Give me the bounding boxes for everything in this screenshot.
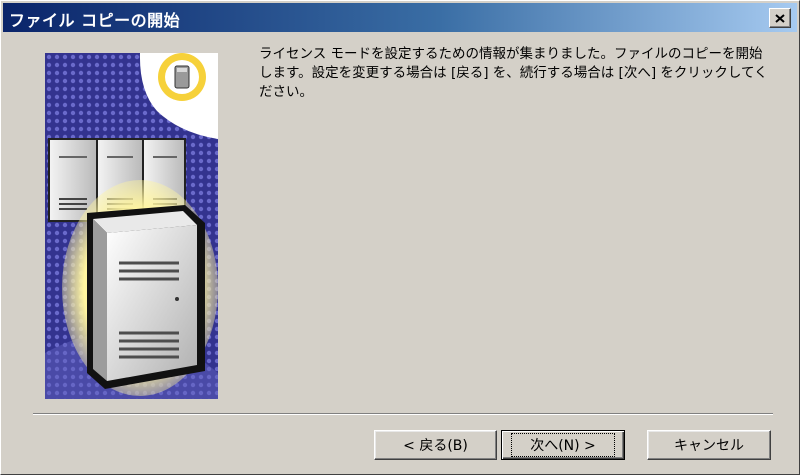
wizard-message: ライセンス モードを設定するための情報が集まりました。ファイルのコピーを開始しま… [259, 46, 768, 100]
title-bar: ファイル コピーの開始 [3, 3, 797, 32]
close-icon [775, 13, 785, 23]
next-button-label: 次へ(N) > [511, 433, 615, 457]
small-server-icon [174, 65, 190, 89]
cancel-button[interactable]: キャンセル [647, 430, 771, 460]
wizard-window: ファイル コピーの開始 ライセンス モードを設定するための情報が集まりました。フ… [0, 0, 800, 475]
window-title: ファイル コピーの開始 [9, 11, 181, 30]
main-server-icon [87, 205, 205, 389]
wizard-illustration [45, 53, 218, 399]
server-illustration [45, 53, 218, 399]
back-button[interactable]: < 戻る(B) [374, 430, 497, 460]
next-button[interactable]: 次へ(N) > [501, 430, 625, 460]
separator-line [33, 413, 773, 415]
close-button[interactable] [769, 8, 791, 28]
